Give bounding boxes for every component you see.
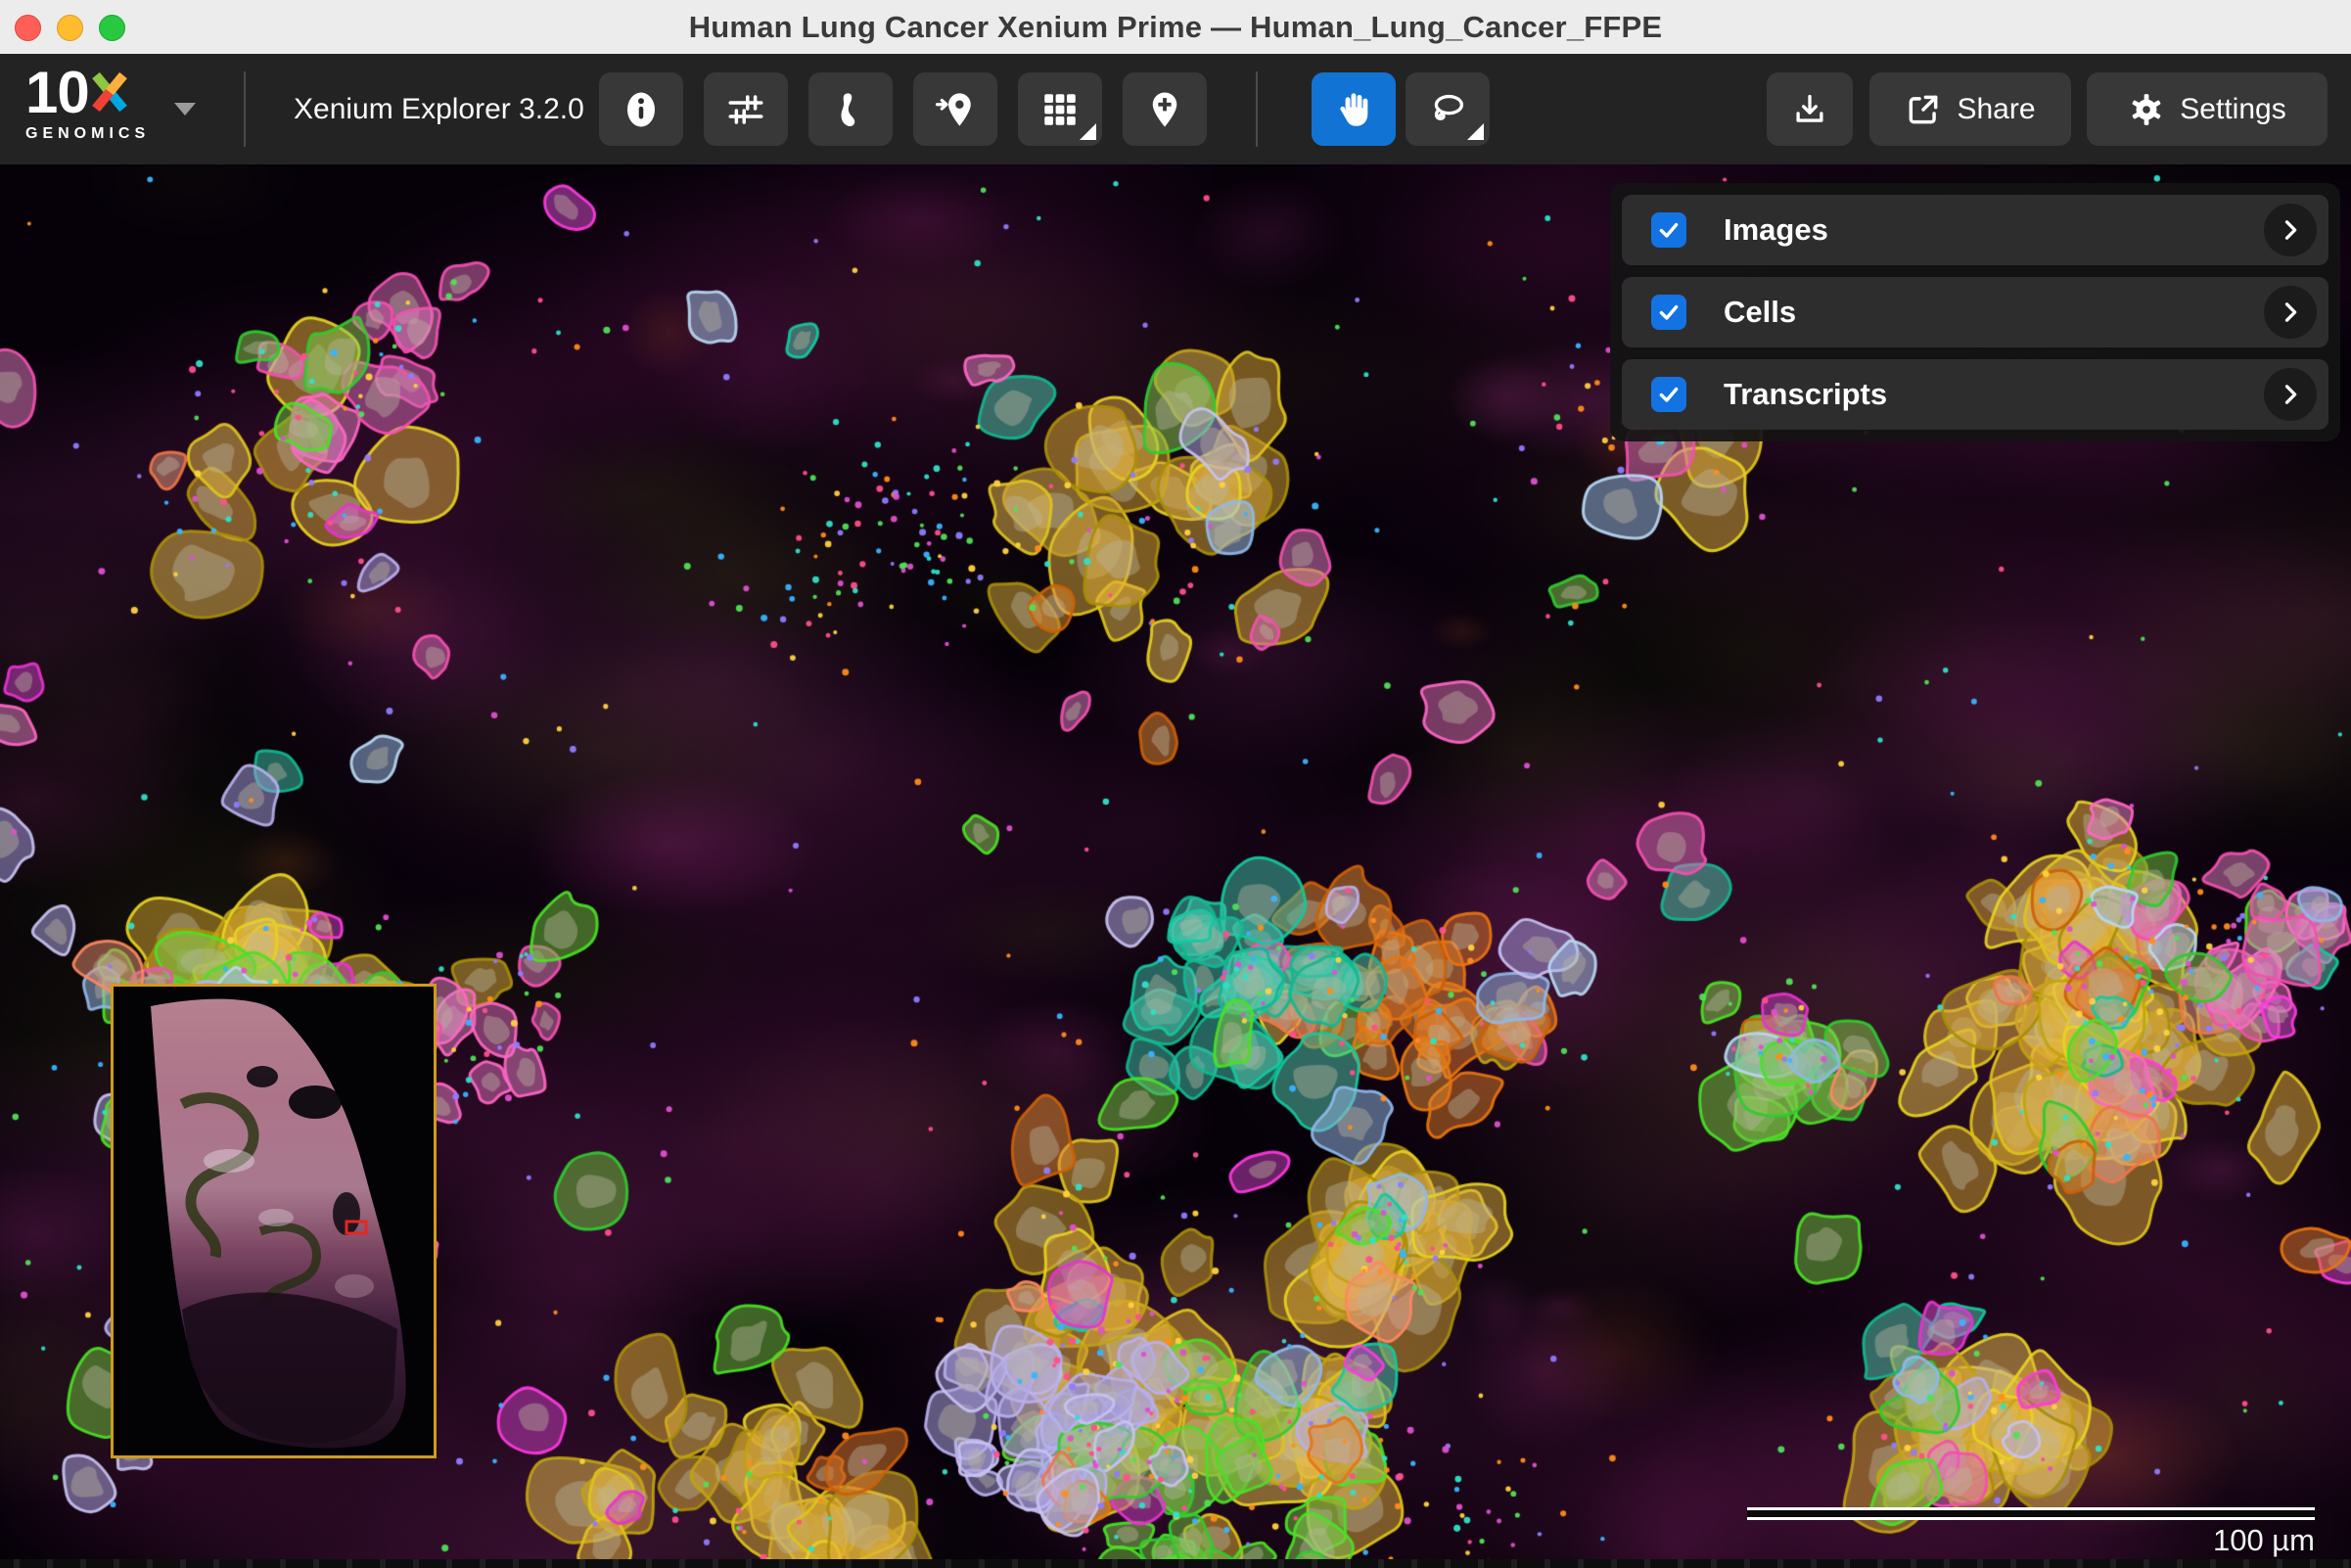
window-titlebar: Human Lung Cancer Xenium Prime — Human_L… [0,0,2351,55]
adjustment-sliders-icon [725,89,766,130]
settings-button[interactable]: Settings [2087,72,2328,146]
chevron-right-icon [2277,381,2304,408]
window-title: Human Lung Cancer Xenium Prime — Human_L… [689,10,1663,45]
checkmark-icon [1656,300,1682,325]
images-expand-button[interactable] [2264,204,2317,256]
layer-row-cells[interactable]: Cells [1622,277,2328,347]
tenx-genomics-logo[interactable]: 10 GENOMICS [25,66,150,143]
traffic-lights [15,15,125,41]
grid-view-button[interactable] [1018,72,1102,146]
add-marker-button[interactable] [1123,72,1207,146]
info-icon [621,89,662,130]
app-version-label: Xenium Explorer 3.2.0 [294,54,584,164]
layer-label: Images [1724,212,2264,248]
cells-checkbox[interactable] [1651,295,1686,330]
settings-button-label: Settings [2180,93,2285,126]
hand-pan-icon [1333,89,1374,130]
close-window-button[interactable] [15,15,41,41]
images-checkbox[interactable] [1651,212,1686,248]
layer-row-images[interactable]: Images [1622,195,2328,265]
layers-panel: Images Cells Transcripts [1610,183,2340,441]
logo-genomics-text: GENOMICS [25,125,150,143]
pin-plus-icon [1144,89,1185,130]
cells-expand-button[interactable] [2264,286,2317,339]
brand-menu-caret-icon[interactable] [174,103,196,115]
share-button-label: Share [1957,93,2035,126]
dropdown-corner-indicator [1080,123,1096,140]
logo-x-icon [92,71,127,113]
logo-10-text: 10 [25,66,89,119]
bottom-clipped-status-bar [0,1559,2351,1568]
transcripts-checkbox[interactable] [1651,377,1686,412]
checkmark-icon [1656,382,1682,407]
pin-arrow-icon [935,89,976,130]
chevron-right-icon [2277,299,2304,326]
minimap-tissue-thumbnail [114,987,434,1455]
toolbar-divider [244,71,246,147]
download-icon [1791,91,1828,128]
layer-label: Transcripts [1724,377,2264,412]
pan-tool-button[interactable] [1312,72,1396,146]
tissue-shape-icon [830,89,871,130]
minimize-window-button[interactable] [57,15,83,41]
grid-icon [1039,89,1081,130]
dropdown-corner-indicator [1467,123,1484,140]
scale-bar-label: 100 µm [2090,1523,2315,1558]
main-toolbar: 10 GENOMICS Xenium Explorer 3.2.0 [0,54,2351,164]
tissue-view-button[interactable] [808,72,893,146]
info-button[interactable] [599,72,683,146]
transcripts-expand-button[interactable] [2264,368,2317,421]
share-button[interactable]: Share [1869,72,2071,146]
checkmark-icon [1656,217,1682,243]
toolbar-divider [1256,71,1258,147]
layer-row-transcripts[interactable]: Transcripts [1622,359,2328,430]
download-button[interactable] [1767,72,1853,146]
layer-label: Cells [1724,295,2264,330]
overview-minimap[interactable] [111,984,437,1458]
go-to-location-button[interactable] [913,72,997,146]
display-adjustments-button[interactable] [704,72,788,146]
chevron-right-icon [2277,216,2304,244]
gear-icon [2128,91,2165,128]
share-external-icon [1905,91,1942,128]
scale-bar [1747,1507,2315,1520]
zoom-window-button[interactable] [99,15,125,41]
lasso-icon [1427,89,1468,130]
lasso-select-button[interactable] [1406,72,1490,146]
